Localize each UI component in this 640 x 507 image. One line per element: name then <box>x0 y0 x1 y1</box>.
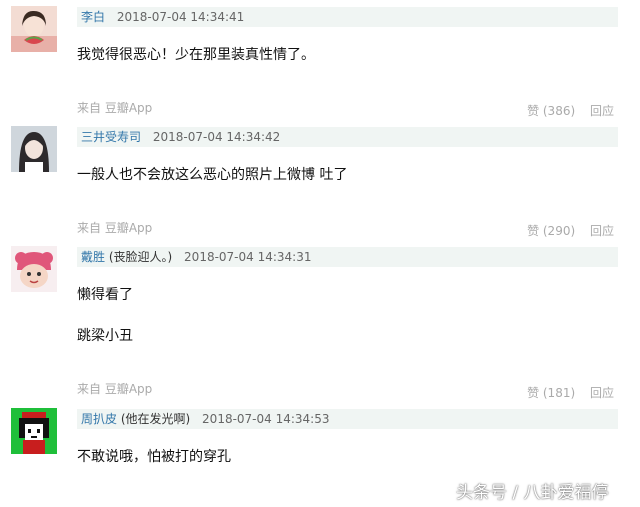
reply-button[interactable]: 回应 <box>590 386 614 400</box>
user-note: (他在发光啊) <box>120 412 191 426</box>
comment-header: 李白 2018-07-04 14:34:41 <box>77 7 618 27</box>
comment-text: 跳梁小丑 <box>77 328 133 344</box>
user-note: (丧脸迎人。) <box>108 250 173 264</box>
like-button[interactable]: 赞 (386) <box>527 104 575 118</box>
like-button[interactable]: 赞 (181) <box>527 386 575 400</box>
avatar[interactable] <box>11 408 57 454</box>
reply-button[interactable]: 回应 <box>590 224 614 238</box>
comment-header: 戴胜 (丧脸迎人。) 2018-07-04 14:34:31 <box>77 247 618 267</box>
comment-header: 周扒皮 (他在发光啊) 2018-07-04 14:34:53 <box>77 409 618 429</box>
avatar[interactable] <box>11 246 57 292</box>
comment-time: 2018-07-04 14:34:41 <box>116 10 245 24</box>
watermark: 头条号 / 八卦爱福停 <box>456 483 609 503</box>
comment-header: 三井受寿司 2018-07-04 14:34:42 <box>77 127 618 147</box>
avatar[interactable] <box>11 126 57 172</box>
username-link[interactable]: 李白 <box>81 10 105 24</box>
comment-text: 懒得看了 <box>77 287 133 303</box>
comment-text: 一般人也不会放这么恶心的照片上微博 吐了 <box>77 167 348 183</box>
comment-time: 2018-07-04 14:34:31 <box>184 250 312 264</box>
comment-time: 2018-07-04 14:34:42 <box>152 130 281 144</box>
comment-actions: 赞 (386) 回应 <box>516 102 614 119</box>
comment-actions: 赞 (290) 回应 <box>516 222 614 239</box>
username-link[interactable]: 三井受寿司 <box>81 130 141 144</box>
reply-button[interactable]: 回应 <box>590 104 614 118</box>
comment-source: 来自 豆瓣App <box>77 382 153 396</box>
username-link[interactable]: 周扒皮 <box>81 412 117 426</box>
like-button[interactable]: 赞 (290) <box>527 224 575 238</box>
comment-text: 不敢说哦，怕被打的穿孔 <box>77 449 231 465</box>
username-link[interactable]: 戴胜 <box>81 250 105 264</box>
comment-time: 2018-07-04 14:34:53 <box>202 412 330 426</box>
comment-source: 来自 豆瓣App <box>77 101 153 115</box>
comment-text: 我觉得很恶心！少在那里装真性情了。 <box>77 47 315 63</box>
comment-actions: 赞 (181) 回应 <box>516 384 614 401</box>
avatar[interactable] <box>11 6 57 52</box>
comment-source: 来自 豆瓣App <box>77 221 153 235</box>
